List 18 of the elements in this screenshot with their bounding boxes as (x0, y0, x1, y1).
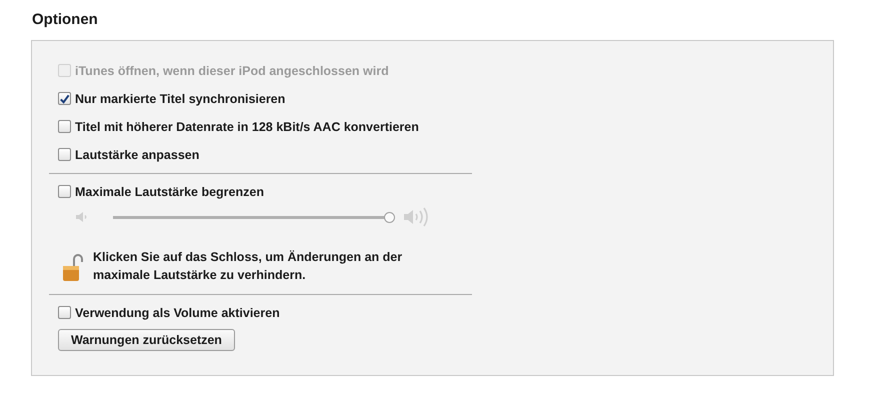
checkbox[interactable] (58, 120, 71, 133)
checkbox-label: Verwendung als Volume aktivieren (75, 306, 280, 320)
checkbox[interactable] (58, 148, 71, 161)
checkbox[interactable] (58, 92, 71, 105)
checkbox-label: Maximale Lautstärke begrenzen (75, 184, 264, 198)
checkbox-label: iTunes öffnen, wenn dieser iPod angeschlossen wird (75, 64, 389, 78)
checkbox[interactable] (58, 185, 71, 198)
checkbox-label: Nur markierte Titel synchronisieren (75, 92, 286, 106)
padlock-icon (61, 252, 85, 284)
speaker-quiet-icon (75, 210, 89, 224)
section-heading: Optionen (31, 11, 99, 30)
volume-slider[interactable] (110, 212, 395, 222)
checkbox-label: Titel mit höherer Datenrate in 128 kBit/s AAC konvertieren (75, 120, 419, 134)
checkbox-label: Lautstärke anpassen (75, 148, 200, 162)
lock-hint-text: Klicken Sie auf das Schloss, um Änderungen an der maximale Lautstärke zu verhindern. (93, 249, 404, 284)
checkbox[interactable] (58, 306, 71, 319)
speaker-loud-icon (403, 205, 431, 229)
reset-warnings-button[interactable]: Warnungen zurücksetzen (58, 329, 235, 351)
